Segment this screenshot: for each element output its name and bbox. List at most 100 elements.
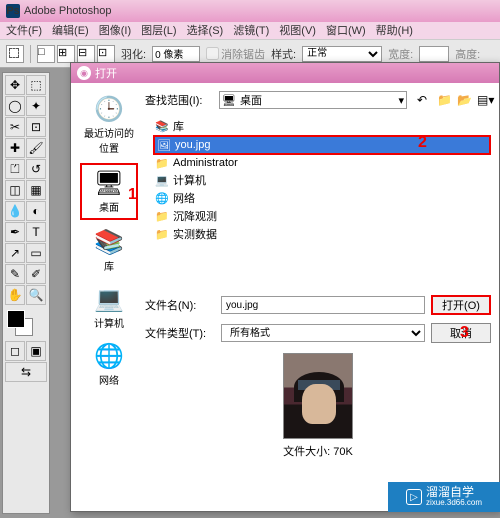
color-swatches[interactable] (5, 310, 47, 340)
filesize-label: 文件大小: 70K (283, 443, 353, 459)
width-label: 宽度: (388, 46, 413, 62)
menu-edit[interactable]: 编辑(E) (52, 22, 89, 39)
filename-label: 文件名(N): (145, 297, 215, 313)
antialias-checkbox[interactable]: 消除锯齿 (206, 46, 265, 62)
filename-input[interactable] (221, 296, 425, 314)
heal-tool[interactable]: ✚ (5, 138, 25, 158)
menu-layer[interactable]: 图层(L) (141, 22, 176, 39)
height-label: 高度: (455, 46, 480, 62)
place-recent[interactable]: 🕒 最近访问的位置 (80, 91, 138, 159)
dropdown-icon: ▾ (398, 94, 404, 107)
places-bar: 🕒 最近访问的位置 🖥 桌面 📚 库 💻 计算机 🌐 网络 (79, 91, 139, 503)
desktop-icon: 🖥 (93, 169, 125, 197)
cancel-button[interactable]: 取消 (431, 323, 491, 343)
zoom-tool[interactable]: 🔍 (26, 285, 46, 305)
wand-tool[interactable]: ✦ (26, 96, 46, 116)
file-row[interactable]: 📁Administrator (153, 155, 491, 171)
gradient-tool[interactable]: ▦ (26, 180, 46, 200)
menu-file[interactable]: 文件(F) (6, 22, 42, 39)
file-row[interactable]: 📚库 (153, 117, 491, 135)
feather-label: 羽化: (121, 46, 146, 62)
screenmode-tool[interactable]: ▣ (26, 341, 46, 361)
computer-small-icon: 💻 (155, 173, 169, 187)
lookin-label: 查找范围(I): (145, 92, 213, 108)
crop-tool[interactable]: ✂ (5, 117, 25, 137)
foreground-swatch[interactable] (7, 310, 25, 328)
mode-add-icon[interactable]: ⊞ (57, 45, 75, 63)
shape-tool[interactable]: ▭ (26, 243, 46, 263)
feather-input[interactable] (152, 46, 200, 62)
mode-new-icon[interactable]: □ (37, 45, 55, 63)
file-list[interactable]: 📚库 🖼you.jpg 📁Administrator 💻计算机 🌐网络 📁沉降观… (153, 117, 491, 287)
app-titlebar: Ps Adobe Photoshop (0, 0, 500, 22)
history-brush-tool[interactable]: ↺ (26, 159, 46, 179)
place-computer[interactable]: 💻 计算机 (80, 281, 138, 334)
menu-image[interactable]: 图像(I) (99, 22, 131, 39)
menu-select[interactable]: 选择(S) (187, 22, 224, 39)
eraser-tool[interactable]: ◫ (5, 180, 25, 200)
dodge-tool[interactable]: ◐ (26, 201, 46, 221)
move-tool[interactable]: ✥ (5, 75, 25, 95)
user-folder-icon: 📁 (155, 156, 169, 170)
folder-icon: 📁 (155, 227, 169, 241)
menu-filter[interactable]: 滤镜(T) (233, 22, 269, 39)
slice-tool[interactable]: ⊡ (26, 117, 46, 137)
open-dialog: ◉ 打开 🕒 最近访问的位置 🖥 桌面 📚 库 💻 计算机 🌐 网络 (70, 62, 500, 512)
style-label: 样式: (271, 46, 296, 62)
newfolder-icon[interactable]: 📂 (457, 93, 471, 107)
computer-icon: 💻 (93, 285, 125, 313)
jump-tool[interactable]: ⇆ (5, 362, 47, 382)
lookin-select[interactable]: 🖥 桌面 ▾ (219, 91, 407, 109)
width-input[interactable] (419, 46, 449, 62)
viewmode-icon[interactable]: ▤▾ (477, 93, 491, 107)
file-row[interactable]: 💻计算机 (153, 171, 491, 189)
preview-thumbnail (283, 353, 353, 439)
back-icon[interactable]: ↶ (417, 93, 431, 107)
style-select[interactable]: 正常 (302, 46, 382, 62)
notes-tool[interactable]: ✎ (5, 264, 25, 284)
image-icon: 🖼 (157, 138, 171, 152)
open-button[interactable]: 打开(O) (431, 295, 491, 315)
libraries-icon: 📚 (93, 228, 125, 256)
file-row-selected[interactable]: 🖼you.jpg (153, 135, 491, 155)
file-row[interactable]: 📁实测数据 (153, 225, 491, 243)
dialog-titlebar[interactable]: ◉ 打开 (71, 63, 499, 83)
stamp-tool[interactable]: ⏍ (5, 159, 25, 179)
menu-window[interactable]: 窗口(W) (326, 22, 366, 39)
play-icon: ▷ (406, 489, 422, 505)
pen-tool[interactable]: ✒ (5, 222, 25, 242)
network-small-icon: 🌐 (155, 191, 169, 205)
mode-int-icon[interactable]: ⊡ (97, 45, 115, 63)
network-icon: 🌐 (93, 342, 125, 370)
file-row[interactable]: 📁沉降观测 (153, 207, 491, 225)
recent-icon: 🕒 (93, 95, 125, 123)
filetype-label: 文件类型(T): (145, 325, 215, 341)
menu-view[interactable]: 视图(V) (279, 22, 316, 39)
place-desktop[interactable]: 🖥 桌面 (80, 163, 138, 220)
toolbox: ✥⬚ ◯✦ ✂⊡ ✚🖌 ⏍↺ ◫▦ 💧◐ ✒T ↗▭ ✎✐ ✋🔍 ◻▣ ⇆ (2, 72, 50, 514)
type-tool[interactable]: T (26, 222, 46, 242)
quickmask-tool[interactable]: ◻ (5, 341, 25, 361)
up-icon[interactable]: 📁 (437, 93, 451, 107)
filetype-select[interactable]: 所有格式 (221, 324, 425, 342)
hand-tool[interactable]: ✋ (5, 285, 25, 305)
mode-sub-icon[interactable]: ⊟ (77, 45, 95, 63)
eyedropper-tool[interactable]: ✐ (26, 264, 46, 284)
brush-tool[interactable]: 🖌 (26, 138, 46, 158)
boolean-mode-group: □ ⊞ ⊟ ⊡ (37, 45, 115, 63)
marquee-preset-icon[interactable] (6, 45, 24, 63)
file-row[interactable]: 🌐网络 (153, 189, 491, 207)
path-tool[interactable]: ↗ (5, 243, 25, 263)
menu-help[interactable]: 帮助(H) (376, 22, 413, 39)
preview-area: 文件大小: 70K (145, 353, 491, 459)
place-network[interactable]: 🌐 网络 (80, 338, 138, 391)
place-libraries[interactable]: 📚 库 (80, 224, 138, 277)
marquee-tool[interactable]: ⬚ (26, 75, 46, 95)
lasso-tool[interactable]: ◯ (5, 96, 25, 116)
desktop-small-icon: 🖥 (222, 94, 236, 107)
dialog-title: 打开 (95, 65, 117, 81)
library-icon: 📚 (155, 119, 169, 133)
dialog-main: 查找范围(I): 🖥 桌面 ▾ ↶ 📁 📂 ▤▾ 📚库 🖼you.jpg 📁Ad… (145, 91, 491, 503)
app-title: Adobe Photoshop (24, 5, 111, 17)
blur-tool[interactable]: 💧 (5, 201, 25, 221)
